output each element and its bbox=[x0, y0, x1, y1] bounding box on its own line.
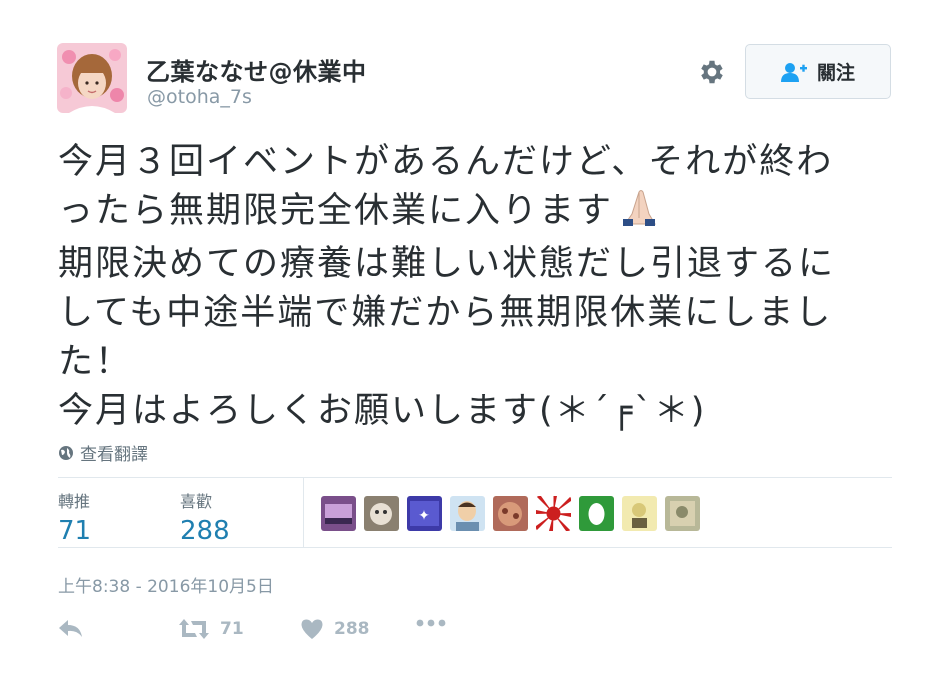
more-button[interactable] bbox=[416, 618, 446, 628]
tweet-line: ったら無期限完全休業に入ります bbox=[58, 191, 614, 231]
reply-icon bbox=[59, 620, 82, 637]
liker-avatar-6[interactable] bbox=[536, 496, 571, 531]
svg-text:✦: ✦ bbox=[418, 508, 430, 524]
liker-avatar-3[interactable]: ✦ bbox=[407, 496, 442, 531]
follow-button[interactable]: 關注 bbox=[745, 44, 891, 99]
retweet-button[interactable]: 71 bbox=[178, 618, 244, 640]
tweet-line-with-emoji: ったら無期限完全休業に入ります bbox=[58, 187, 908, 240]
tweet-line: しても中途半端で嫌だから無期限休業にしまし bbox=[58, 293, 833, 333]
tweet-line: 今月はよろしくお願いします(＊´╒`＊) bbox=[58, 391, 707, 431]
translate-label: 查看翻譯 bbox=[80, 445, 148, 465]
like-button[interactable]: 288 bbox=[300, 618, 370, 640]
like-stat-count: 288 bbox=[180, 516, 230, 546]
like-stat[interactable]: 喜歡 288 bbox=[180, 488, 230, 546]
like-count: 288 bbox=[334, 619, 370, 639]
retweet-icon bbox=[179, 619, 209, 639]
tweet-line: 今月３回イベントがあるんだけど、それが終わ bbox=[58, 142, 834, 182]
liker-avatar-8[interactable] bbox=[622, 496, 657, 531]
liker-avatar-7[interactable] bbox=[579, 496, 614, 531]
gear-icon[interactable] bbox=[697, 57, 727, 87]
globe-icon bbox=[59, 445, 73, 460]
liker-avatar-2[interactable] bbox=[364, 496, 399, 531]
user-avatar[interactable] bbox=[57, 43, 127, 113]
divider bbox=[58, 477, 892, 478]
divider bbox=[58, 547, 892, 548]
translate-link[interactable]: 查看翻譯 bbox=[58, 440, 148, 465]
liker-avatar-9[interactable] bbox=[665, 496, 700, 531]
add-user-icon bbox=[780, 62, 807, 82]
reply-button[interactable] bbox=[58, 618, 84, 638]
retweet-count: 71 bbox=[220, 619, 244, 639]
folded-hands-icon bbox=[617, 188, 661, 240]
like-stat-label: 喜歡 bbox=[180, 492, 213, 511]
likers-row: ✦ bbox=[321, 496, 700, 531]
liker-avatar-4[interactable] bbox=[450, 496, 485, 531]
liker-avatar-1[interactable] bbox=[321, 496, 356, 531]
retweet-stat[interactable]: 轉推 71 bbox=[58, 488, 91, 546]
retweet-stat-count: 71 bbox=[58, 516, 92, 546]
more-icon bbox=[416, 619, 446, 627]
tweet-line: 期限決めての療養は難しい状態だし引退するに bbox=[58, 244, 836, 284]
tweet-line: た！ bbox=[58, 342, 133, 382]
tweet-timestamp[interactable]: 上午8:38 - 2016年10月5日 bbox=[58, 572, 274, 597]
user-avatar-photo bbox=[57, 43, 127, 113]
tweet-text: 今月３回イベントがあるんだけど、それが終わ ったら無期限完全休業に入ります 期限… bbox=[58, 138, 908, 436]
tweet-actions: 71 288 bbox=[58, 618, 658, 644]
liker-avatar-5[interactable] bbox=[493, 496, 528, 531]
stat-divider bbox=[303, 478, 304, 548]
heart-icon bbox=[301, 619, 323, 639]
display-name[interactable]: 乙葉ななせ@休業中 bbox=[146, 52, 367, 87]
user-handle[interactable]: @otoha_7s bbox=[147, 86, 252, 108]
retweet-stat-label: 轉推 bbox=[58, 492, 91, 511]
follow-button-label: 關注 bbox=[816, 62, 855, 84]
